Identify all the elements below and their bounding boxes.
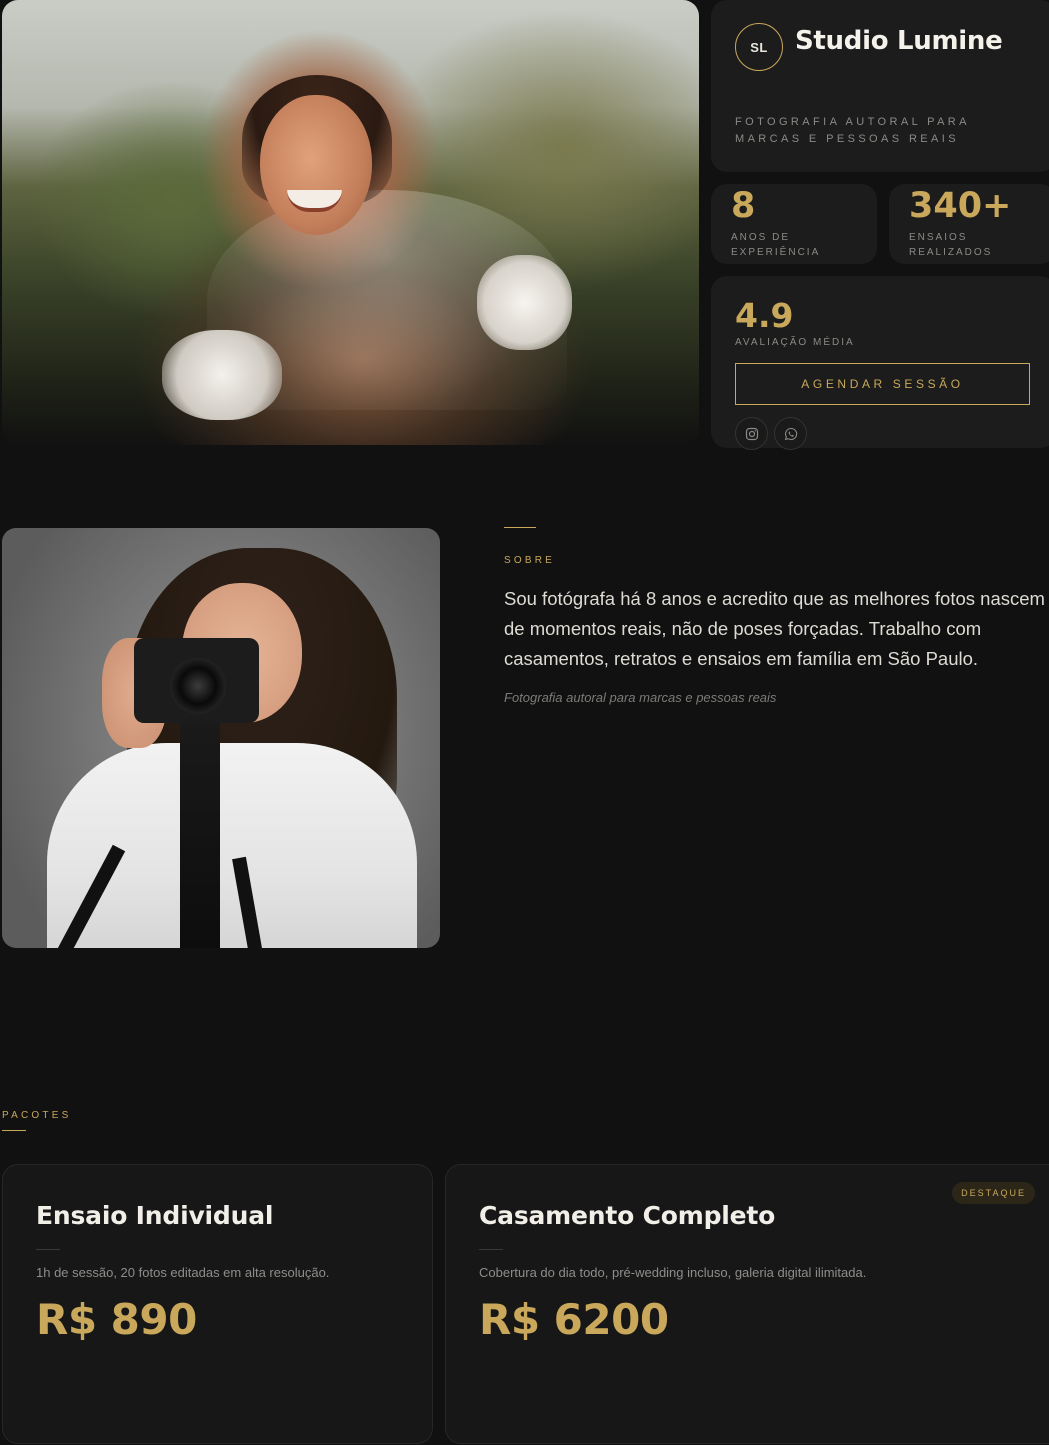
package-name: Ensaio Individual (36, 1201, 274, 1230)
packages-accent-line (2, 1130, 26, 1131)
packages-eyebrow: Pacotes (2, 1110, 72, 1121)
profile-card: SL Studio Lumine Fotografia autoral para… (711, 0, 1049, 172)
package-description: Cobertura do dia todo, pré-wedding inclu… (479, 1265, 867, 1280)
stat-label: Anos de experiência (731, 232, 821, 258)
whatsapp-icon (784, 427, 797, 440)
about-quote: Fotografia autoral para marcas e pessoas… (504, 690, 777, 705)
about-text: Sou fotógrafa há 8 anos e acredito que a… (504, 588, 1045, 669)
rating-value: 4.9 (735, 296, 794, 335)
package-price: R$ 890 (36, 1295, 197, 1344)
stat-label: Ensaios realizados (909, 232, 993, 258)
stat-value: 8 (731, 186, 756, 226)
stat-value: 340+ (909, 186, 1012, 226)
instagram-icon (745, 427, 758, 440)
rating-card: 4.9 Avaliação média Agendar sessão (711, 276, 1049, 450)
package-card-individual[interactable]: Ensaio Individual 1h de sessão, 20 fotos… (2, 1164, 433, 1444)
instagram-link[interactable] (735, 417, 768, 450)
schedule-session-button[interactable]: Agendar sessão (735, 363, 1030, 405)
stat-card-experience: 8 Anos de experiência (711, 184, 877, 264)
studio-name: Studio Lumine (795, 26, 1003, 56)
package-name: Casamento Completo (479, 1201, 776, 1230)
package-card-wedding[interactable]: Destaque Casamento Completo Cobertura do… (445, 1164, 1049, 1444)
package-description: 1h de sessão, 20 fotos editadas em alta … (36, 1265, 330, 1280)
about-accent-line (504, 527, 536, 528)
package-price: R$ 6200 (479, 1295, 669, 1344)
about-eyebrow: Sobre (504, 555, 556, 566)
avatar: SL (735, 23, 783, 71)
package-divider (36, 1249, 60, 1250)
photographer-photo (2, 528, 440, 948)
rating-label: Avaliação média (735, 337, 855, 348)
package-divider (479, 1249, 503, 1250)
stat-card-sessions: 340+ Ensaios realizados (889, 184, 1049, 264)
studio-tagline: Fotografia autoral para marcas e pessoas… (735, 116, 970, 145)
hero-bride-photo (2, 0, 699, 445)
featured-badge: Destaque (952, 1182, 1035, 1204)
whatsapp-link[interactable] (774, 417, 807, 450)
